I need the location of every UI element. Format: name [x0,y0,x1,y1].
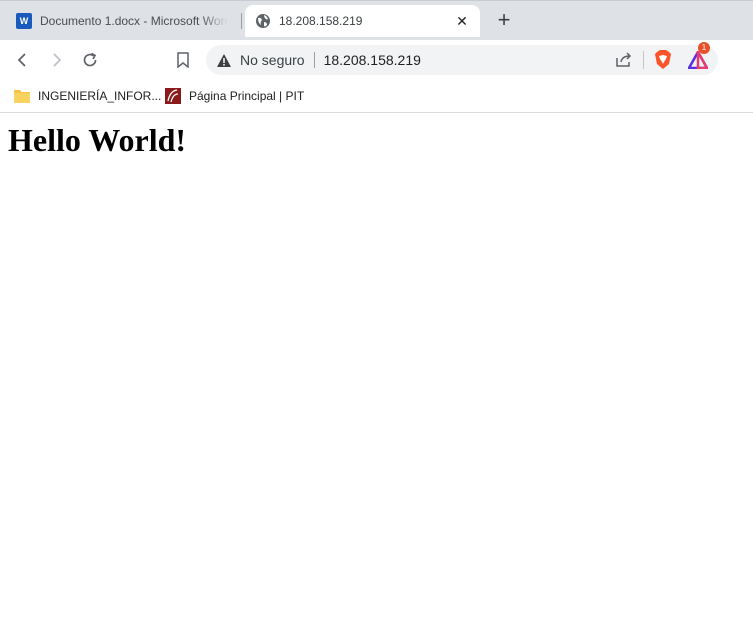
toolbar: No seguro 18.208.158.219 1 [0,40,753,80]
browser-chrome: W Documento 1.docx - Microsoft Word 18.2… [0,0,753,113]
new-tab-button[interactable]: + [492,9,516,33]
tab-title: Documento 1.docx - Microsoft Word [40,14,228,28]
pit-logo-icon [165,88,181,104]
back-button[interactable] [11,48,35,72]
bookmarks-bar: INGENIERÍA_INFOR... Página Principal | P… [0,80,753,113]
bookmark-folder-ingenieria[interactable]: INGENIERÍA_INFOR... [14,86,161,106]
bookmark-pagina-principal[interactable]: Página Principal | PIT [165,86,304,106]
reload-icon [83,52,97,67]
word-icon: W [16,13,32,29]
bookmark-button[interactable] [171,48,195,72]
arrow-left-icon [17,53,26,67]
reload-button[interactable] [78,48,102,72]
forward-button[interactable] [44,48,68,72]
omnibox-divider [313,52,315,68]
page-content: Hello World! [0,113,753,622]
globe-icon [255,13,271,29]
tab-strip: W Documento 1.docx - Microsoft Word 18.2… [0,0,753,40]
tab-word-document[interactable]: W Documento 1.docx - Microsoft Word [6,5,238,37]
warning-icon[interactable] [216,52,232,68]
omnibox-actions: 1 [615,42,718,75]
brave-rewards-icon[interactable]: 1 [688,42,710,69]
bookmark-icon [177,52,189,68]
tab-separator [241,13,242,29]
page-heading: Hello World! [8,122,187,158]
close-tab-icon[interactable]: ✕ [454,13,470,30]
bookmark-label: Página Principal | PIT [189,89,305,103]
security-status[interactable]: No seguro [240,52,305,68]
tab-current[interactable]: 18.208.158.219 ✕ [245,5,480,37]
arrow-right-icon [53,53,62,67]
toolbar-divider [643,51,644,69]
folder-icon [14,90,30,103]
notification-badge: 1 [698,42,710,54]
brave-shields-icon[interactable] [654,50,672,70]
bookmark-label: INGENIERÍA_INFOR... [38,89,162,103]
share-icon[interactable] [615,52,633,68]
tab-title: 18.208.158.219 [279,14,363,28]
address-bar[interactable]: No seguro 18.208.158.219 1 [206,42,718,75]
